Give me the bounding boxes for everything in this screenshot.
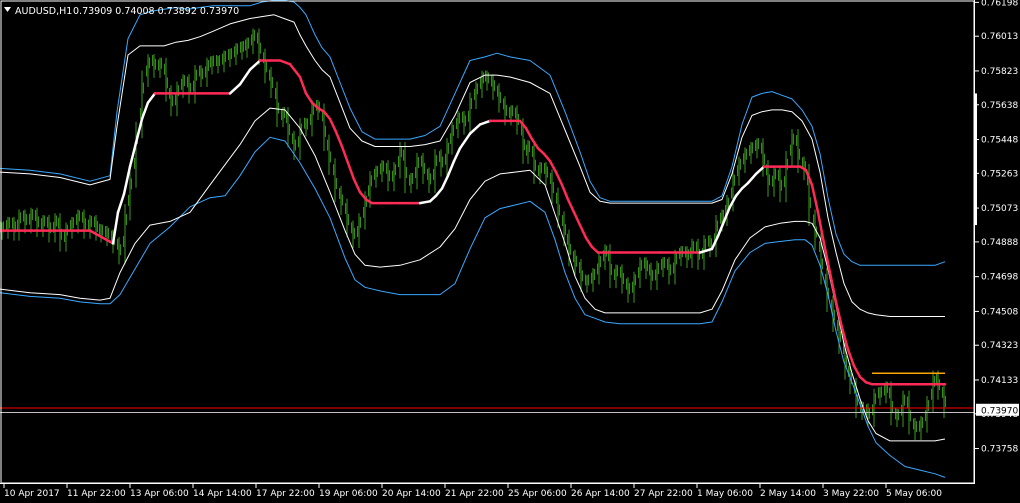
price-chart[interactable]: 0.76198 0.76013 0.75823 0.75638 0.75448 0.752… bbox=[0, 0, 1020, 503]
x-tick-label: 5 May 06:00 bbox=[886, 489, 942, 499]
y-tick-label: 0.76013 bbox=[981, 32, 1018, 42]
y-tick-label: 0.75823 bbox=[981, 67, 1018, 77]
x-tick-label: 14 Apr 14:00 bbox=[193, 489, 252, 499]
x-tick-label: 11 Apr 22:00 bbox=[67, 489, 126, 499]
x-tick-label: 10 Apr 2017 bbox=[4, 489, 60, 499]
x-tick-label: 21 Apr 22:00 bbox=[445, 489, 504, 499]
y-tick-label: 0.74133 bbox=[981, 376, 1018, 386]
x-tick-label: 13 Apr 06:00 bbox=[130, 489, 189, 499]
x-tick-label: 1 May 06:00 bbox=[697, 489, 753, 499]
y-tick-label: 0.74508 bbox=[981, 307, 1018, 317]
ohlc-readout: 0.73909 0.74008 0.73892 0.73970 bbox=[73, 6, 239, 17]
x-tick-label: 2 May 14:00 bbox=[760, 489, 816, 499]
x-tick-label: 17 Apr 22:00 bbox=[256, 489, 315, 499]
y-tick-label: 0.74323 bbox=[981, 341, 1018, 351]
price-marker-label: 0.73970 bbox=[981, 406, 1018, 416]
y-tick-label: 0.74698 bbox=[981, 273, 1018, 283]
x-tick-label: 25 Apr 06:00 bbox=[508, 489, 567, 499]
y-tick-label: 0.76198 bbox=[981, 0, 1018, 8]
symbol-label: AUDUSD,H1 bbox=[15, 6, 72, 17]
x-tick-label: 3 May 22:00 bbox=[823, 489, 879, 499]
scale-indicator[interactable] bbox=[975, 93, 977, 226]
y-tick-label: 0.73758 bbox=[981, 445, 1018, 455]
y-tick-label: 0.75638 bbox=[981, 101, 1018, 111]
y-tick-label: 0.75073 bbox=[981, 204, 1018, 214]
x-tick-label: 27 Apr 22:00 bbox=[634, 489, 693, 499]
y-tick-label: 0.74888 bbox=[981, 238, 1018, 248]
chart-header: AUDUSD,H1 0.73909 0.74008 0.73892 0.7397… bbox=[4, 6, 239, 17]
y-tick-label: 0.75263 bbox=[981, 169, 1018, 179]
x-tick-label: 20 Apr 14:00 bbox=[382, 489, 441, 499]
y-tick-label: 0.75448 bbox=[981, 136, 1018, 146]
x-tick-label: 26 Apr 14:00 bbox=[571, 489, 630, 499]
chart-background bbox=[0, 0, 1020, 503]
midline-segment bbox=[418, 200, 432, 205]
x-tick-label: 19 Apr 06:00 bbox=[319, 489, 378, 499]
